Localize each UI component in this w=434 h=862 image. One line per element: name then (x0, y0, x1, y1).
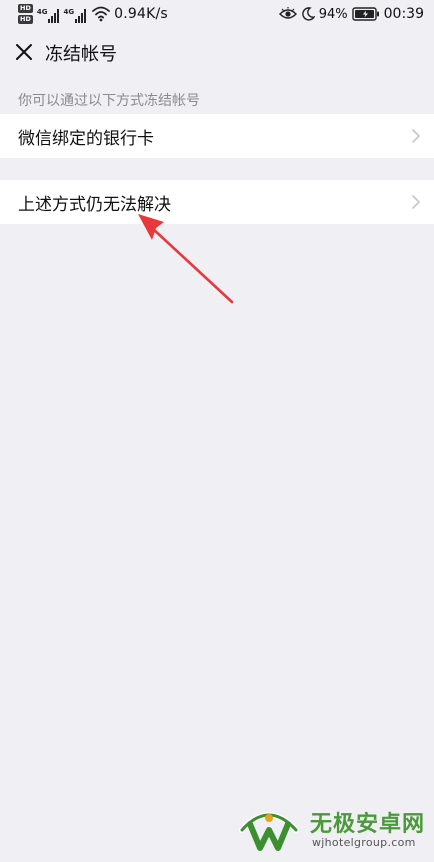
chevron-right-icon (412, 195, 420, 209)
hd-icon: HD (18, 15, 33, 24)
signal-tag: 4G (63, 8, 75, 16)
chevron-right-icon (412, 129, 420, 143)
signal-icon: 4G (63, 5, 87, 23)
section-hint: 你可以通过以下方式冻结帐号 (18, 93, 200, 109)
status-right: 94% 00:39 (278, 2, 424, 26)
watermark-name: 无极安卓网 (310, 812, 426, 837)
clock: 00:39 (383, 6, 424, 22)
hd-icon: HD (18, 4, 33, 13)
close-button[interactable] (10, 38, 38, 66)
network-speed: 0.94K/s (114, 6, 168, 22)
signal-tag: 4G (36, 8, 48, 16)
status-bar: HD HD 4G 4G 0.94K/s 94% 00:39 (0, 0, 434, 28)
eye-comfort-icon (278, 7, 297, 19)
list-item-bank-card[interactable]: 微信绑定的银行卡 (0, 114, 434, 158)
wifi-icon (92, 6, 110, 22)
page-title: 冻结帐号 (45, 44, 117, 65)
annotation-arrow-icon (138, 214, 234, 304)
watermark: 无极安卓网 wjhotelgroup.com (234, 800, 430, 858)
title-bar: 冻结帐号 (0, 28, 434, 80)
status-left: HD HD 4G 4G 0.94K/s (18, 2, 168, 26)
signal-icon: 4G (37, 5, 60, 23)
battery-icon (351, 7, 379, 21)
watermark-logo-icon (239, 812, 299, 851)
battery-percent: 94% (318, 6, 348, 22)
close-icon (16, 44, 32, 60)
moon-icon (301, 7, 315, 21)
list-item-label: 微信绑定的银行卡 (18, 129, 154, 149)
hd-badges: HD HD (18, 4, 33, 24)
watermark-url: wjhotelgroup.com (312, 836, 416, 849)
